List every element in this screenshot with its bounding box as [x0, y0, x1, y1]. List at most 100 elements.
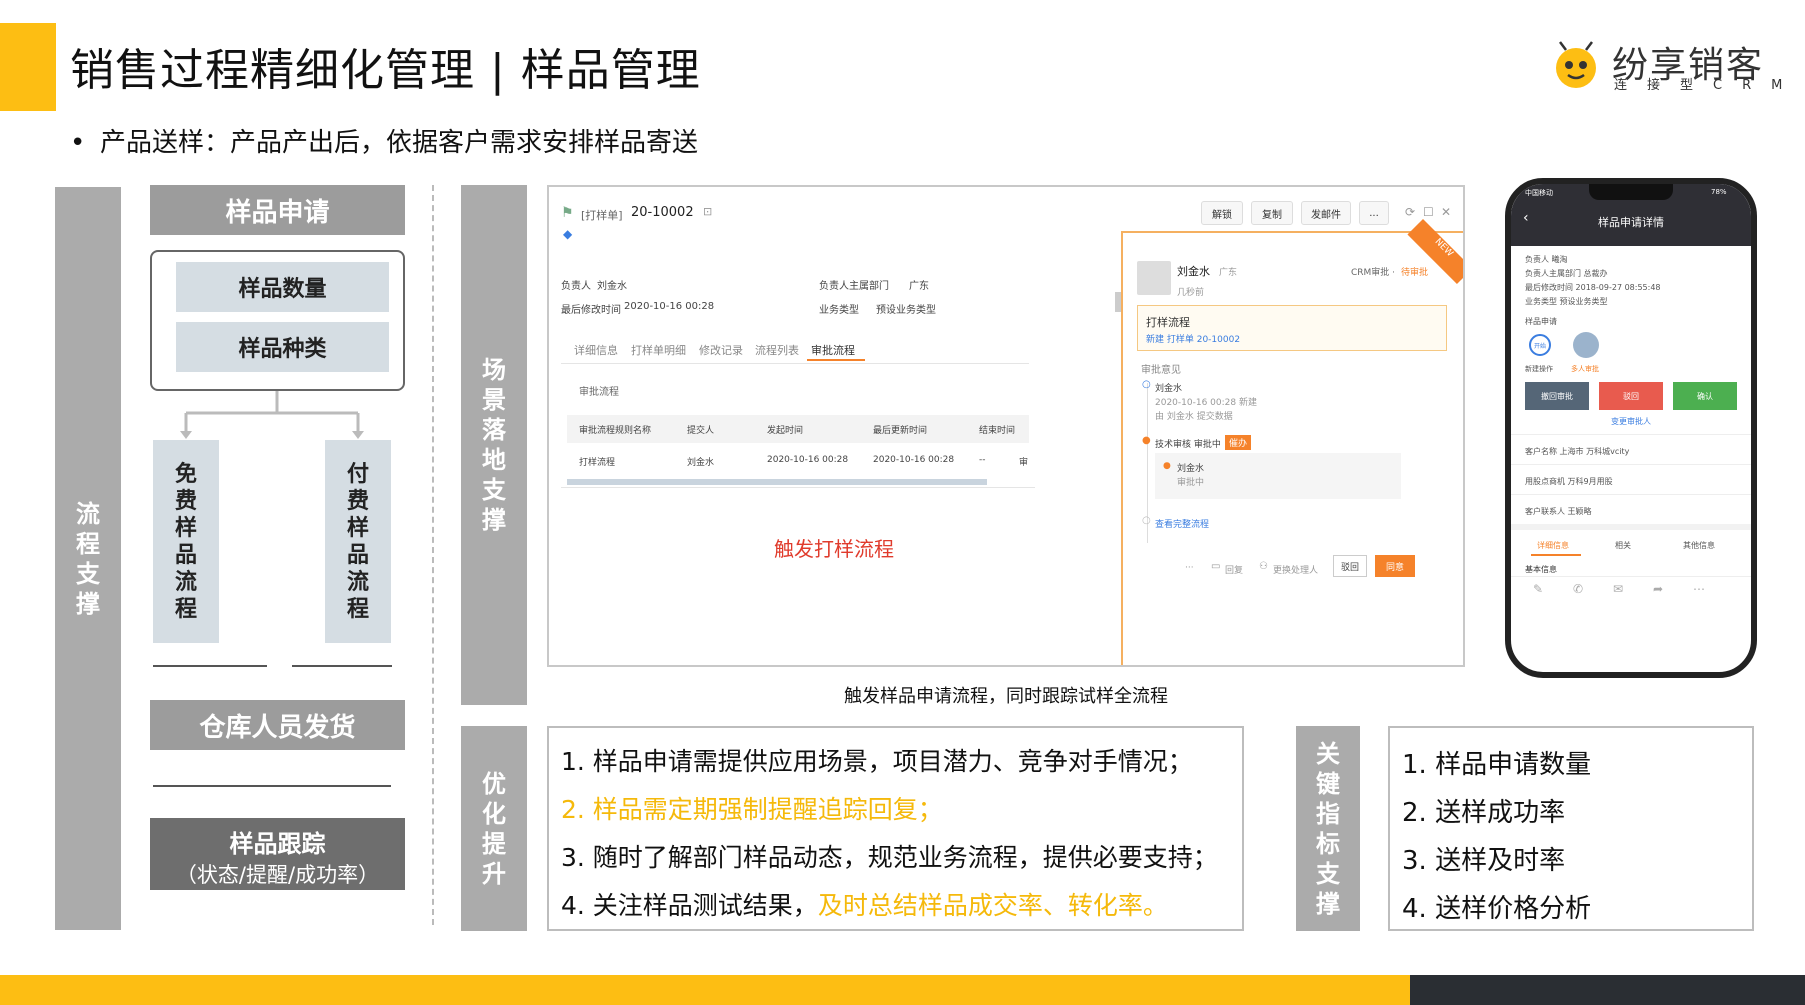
divider-track [153, 785, 391, 787]
col-end: 结束时间 [979, 426, 1016, 436]
row-submitter: 刘金水 [687, 458, 715, 468]
row-start: 2020-10-16 00:28 [767, 455, 849, 465]
flag-icon[interactable]: ⚑ [561, 205, 574, 221]
phone-tab-related[interactable]: 相关 [1615, 540, 1631, 551]
phone-more-icon[interactable]: ⋯ [1693, 582, 1705, 596]
bullet-label: 产品送样：产品产出后，依据客户需求安排样品寄送 [100, 128, 699, 158]
sample-kind-box: 样品种类 [176, 322, 389, 372]
tab-approval[interactable]: 审批流程 [811, 342, 855, 358]
phone-share-icon[interactable]: ➦ [1653, 582, 1663, 596]
tab-history[interactable]: 修改记录 [699, 342, 743, 358]
crm-status: 待审批 [1401, 268, 1429, 278]
phone-tab-detail[interactable]: 详细信息 [1537, 540, 1569, 551]
approver-a-action: 由 刘金水 提交数据 [1155, 412, 1233, 422]
change-handler-icon[interactable]: ⚇ [1259, 561, 1268, 572]
battery: 78% [1711, 188, 1727, 196]
tab-flow-list[interactable]: 流程列表 [755, 342, 799, 358]
owner-key: 负责人 [561, 281, 591, 292]
phone-mockup: 中国移动 78% ‹ 样品申请详情 负责人 曦淘 负责人主属部门 总裁办 最后修… [1505, 178, 1757, 678]
page-title: 销售过程精细化管理 | 样品管理 [70, 45, 701, 96]
phone-row-3: 业务类型 预设业务类型 [1525, 297, 1608, 306]
unlock-button[interactable]: 解锁 [1201, 201, 1243, 225]
phone-tab-other[interactable]: 其他信息 [1683, 540, 1715, 551]
biz-type-key: 业务类型 [819, 305, 859, 316]
carrier: 中国移动 [1525, 189, 1553, 197]
approval-panel: NEW 刘金水 广东 几秒前 CRM审批 · 待审批 打样流程 新建 打样单 2… [1121, 219, 1463, 665]
col-submitter: 提交人 [687, 426, 715, 436]
bee-logo-icon [1556, 41, 1596, 88]
tab-detail[interactable]: 详细信息 [574, 342, 618, 358]
phone-title: 样品申请详情 [1598, 216, 1664, 229]
phone-mail-icon[interactable]: ✉ [1613, 582, 1623, 596]
lock-icon[interactable]: ⊡ [703, 205, 712, 218]
flow-card[interactable]: 打样流程 新建 打样单 20-10002 [1137, 305, 1447, 351]
optimize-item-4: 4. 关注样品测试结果，及时总结样品成交率、转化率。 [561, 886, 1168, 922]
sample-apply-header: 样品申请 [150, 185, 405, 235]
optimize-item-1: 1. 样品申请需提供应用场景，项目潜力、竞争对手情况； [561, 747, 1193, 776]
change-approver-link[interactable]: 变更审批人 [1511, 416, 1751, 427]
process-support-label: 流程支撑 [55, 187, 121, 930]
horizontal-scrollbar[interactable] [567, 479, 987, 485]
send-email-button[interactable]: 发邮件 [1301, 201, 1351, 225]
view-full-flow-link[interactable]: 查看完整流程 [1155, 517, 1209, 530]
phone-row-0: 负责人 曦淘 [1525, 255, 1568, 264]
col-rule: 审批流程规则名称 [579, 426, 652, 436]
close-icon[interactable]: ✕ [1441, 205, 1451, 219]
withdraw-button[interactable]: 撤回审批 [1525, 382, 1589, 410]
more-button[interactable]: ... [1359, 201, 1389, 225]
brand-logo: 纷享销客 连接型CRM [1548, 36, 1788, 96]
reply-button[interactable]: 回复 [1225, 563, 1243, 576]
copy-button[interactable]: 复制 [1251, 201, 1293, 225]
phone-reject-button[interactable]: 驳回 [1599, 382, 1663, 410]
row-end: -- [979, 455, 986, 465]
row-rule: 打样流程 [579, 458, 616, 468]
optimize-text: 优化提升 [482, 769, 506, 888]
phone-toolbar-border [1511, 576, 1751, 577]
refresh-icon[interactable]: ⟳ [1405, 205, 1415, 219]
col-start: 发起时间 [767, 426, 804, 436]
change-handler-button[interactable]: 更换处理人 [1273, 563, 1318, 576]
phone-field-2[interactable]: 用股点商机 万科9月用股 [1525, 476, 1613, 487]
phone-active-tab [1531, 554, 1581, 556]
logo-subtitle: 连接型CRM [1614, 78, 1803, 93]
process-support-text: 流程支撑 [76, 499, 100, 618]
paid-sample-flow: 付费样品流程 [325, 440, 391, 643]
owner-value: 刘金水 [597, 281, 627, 292]
urge-button[interactable]: 催办 [1225, 435, 1252, 450]
reject-button[interactable]: 驳回 [1333, 555, 1367, 577]
phone-edit-icon[interactable]: ✎ [1533, 582, 1543, 596]
reply-icon[interactable]: ▭ [1211, 561, 1220, 572]
phone-field-1[interactable]: 客户名称 上海市 万科城vcity [1525, 446, 1629, 457]
kpi-label: 关键指标支撑 [1296, 726, 1360, 931]
tab-items[interactable]: 打样单明细 [631, 342, 686, 358]
bullet-text: • 产品送样：产品产出后，依据客户需求安排样品寄送 [70, 122, 698, 159]
phone-call-icon[interactable]: ✆ [1573, 582, 1583, 596]
section-divider [432, 185, 434, 925]
tab-underline [561, 363, 1029, 364]
paid-sample-text: 付费样品流程 [346, 461, 369, 622]
phone-field-3[interactable]: 客户联系人 王颖略 [1525, 506, 1592, 517]
approver-b-name: 刘金水 [1177, 464, 1205, 474]
accent-bar [0, 23, 56, 111]
optimize-item-4-highlight: 及时总结样品成交率、转化率。 [817, 891, 1168, 920]
trigger-label: 触发打样流程 [774, 537, 894, 561]
multi-approver-avatar [1573, 332, 1599, 358]
phone-notch [1589, 184, 1673, 200]
table-row[interactable]: 打样流程 刘金水 2020-10-16 00:28 2020-10-16 00:… [567, 445, 1029, 479]
timeline-dot-2: ● [1142, 435, 1151, 446]
dept-value: 广东 [909, 281, 929, 292]
maximize-icon[interactable]: ☐ [1423, 205, 1434, 219]
more-actions[interactable]: ··· [1185, 563, 1194, 573]
timeline-dot-3: ○ [1142, 515, 1151, 526]
confirm-button[interactable]: 确认 [1673, 382, 1737, 410]
phone-row-2: 最后修改时间 2018-09-27 08:55:48 [1525, 283, 1661, 292]
doc-number: 20-10002 [631, 205, 694, 220]
doc-type: [打样单] [581, 209, 623, 222]
phone-divider-1 [1511, 434, 1751, 435]
optimize-item-4-text: 4. 关注样品测试结果， [561, 891, 818, 920]
tech-review: 技术审核 审批中 [1155, 440, 1221, 450]
phone-gap [1511, 524, 1751, 530]
phone-basic-info: 基本信息 [1525, 565, 1557, 574]
tag-icon[interactable]: ◆ [563, 227, 572, 241]
agree-button[interactable]: 同意 [1375, 555, 1415, 577]
